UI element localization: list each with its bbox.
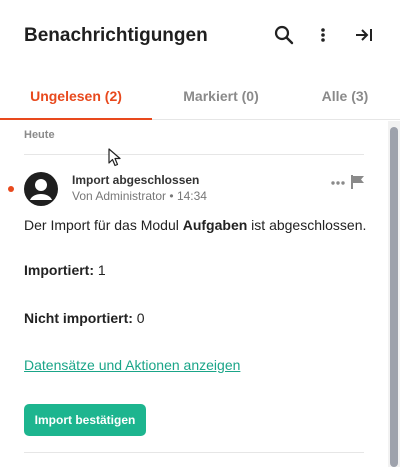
imported-label: Importiert: xyxy=(24,262,94,278)
not-imported-count: Nicht importiert: 0 xyxy=(24,310,145,326)
not-imported-value: 0 xyxy=(136,310,145,326)
imported-count: Importiert: 1 xyxy=(24,262,106,278)
notification-author: Von Administrator xyxy=(72,189,167,203)
tab-flagged[interactable]: Markiert (0) xyxy=(152,72,290,120)
search-icon[interactable] xyxy=(273,24,295,46)
avatar xyxy=(24,172,58,206)
notification-meta: Von Administrator • 14:34 xyxy=(72,189,207,203)
collapse-panel-icon[interactable] xyxy=(353,24,375,46)
scrollbar-thumb[interactable] xyxy=(390,127,398,467)
mouse-cursor-icon xyxy=(108,148,122,168)
flag-icon[interactable] xyxy=(350,174,366,190)
notification-tabs: Ungelesen (2) Markiert (0) Alle (3) xyxy=(0,72,400,120)
notification-list: Heute Import abgeschlossen Von Administr… xyxy=(0,121,388,467)
divider xyxy=(24,452,364,453)
panel-title: Benachrichtigungen xyxy=(24,25,208,46)
view-records-link[interactable]: Datensätze und Aktionen anzeigen xyxy=(24,357,240,373)
confirm-import-button[interactable]: Import bestätigen xyxy=(24,404,146,436)
notification-message: Der Import für das Modul Aufgaben ist ab… xyxy=(24,217,366,233)
message-text-after: ist abgeschlossen. xyxy=(247,217,367,233)
notification-time: 14:34 xyxy=(176,189,207,203)
more-vertical-icon[interactable] xyxy=(312,24,334,46)
notification-title: Import abgeschlossen xyxy=(72,173,200,187)
message-module-name: Aufgaben xyxy=(182,217,248,233)
panel-header: Benachrichtigungen xyxy=(0,0,400,72)
message-text-before: Der Import für das Modul xyxy=(24,217,183,233)
more-horizontal-icon[interactable] xyxy=(330,176,346,190)
tab-all[interactable]: Alle (3) xyxy=(290,72,400,120)
divider xyxy=(24,154,364,155)
not-imported-label: Nicht importiert: xyxy=(24,310,133,326)
unread-indicator xyxy=(8,186,14,192)
active-tab-indicator xyxy=(0,118,152,120)
tab-unread[interactable]: Ungelesen (2) xyxy=(0,72,152,120)
meta-separator: • xyxy=(169,189,174,203)
section-label-today: Heute xyxy=(24,129,55,141)
imported-value: 1 xyxy=(97,262,106,278)
